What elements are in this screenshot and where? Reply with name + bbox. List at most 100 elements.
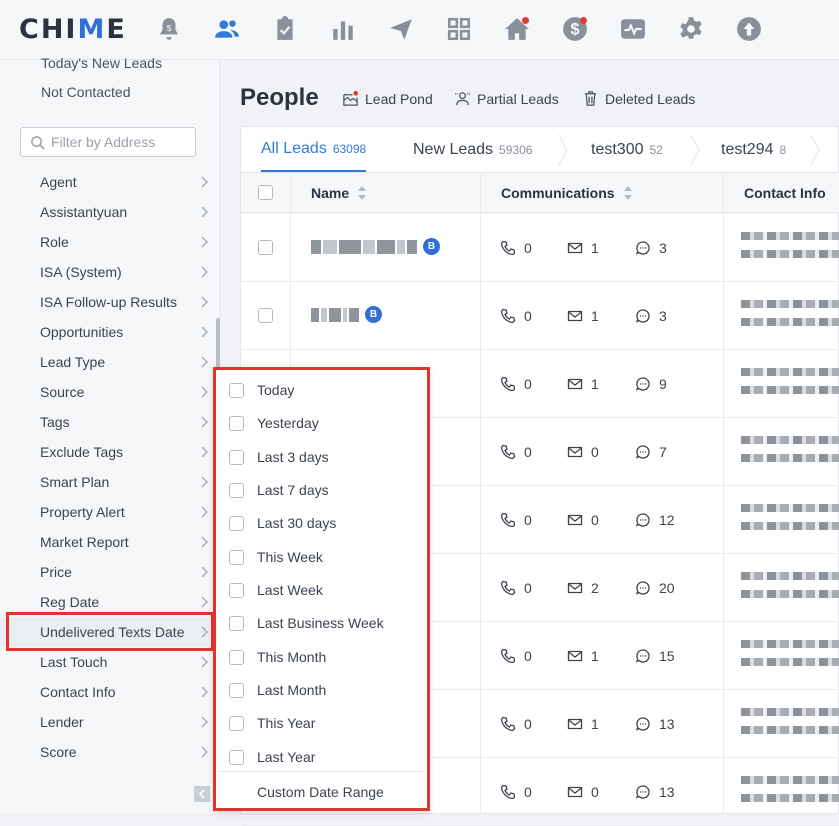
bell-icon[interactable]: $ (154, 14, 184, 44)
home-icon[interactable] (502, 14, 532, 44)
option-checkbox[interactable] (229, 416, 244, 431)
email-count[interactable]: 1 (567, 308, 599, 324)
table-row[interactable]: B 0 1 3 (241, 282, 839, 350)
deleted-leads-link[interactable]: Deleted Leads (582, 90, 695, 107)
text-count[interactable]: 3 (635, 240, 667, 256)
call-count[interactable]: 0 (500, 648, 532, 664)
sidebar-filter-price[interactable]: Price (0, 557, 212, 587)
sidebar-filter-market-report[interactable]: Market Report (0, 527, 212, 557)
text-count[interactable]: 13 (635, 784, 675, 800)
date-option-this-week[interactable]: This Week (216, 541, 427, 574)
option-checkbox[interactable] (229, 716, 244, 731)
sidebar-filter-lender[interactable]: Lender (0, 707, 212, 737)
option-checkbox[interactable] (229, 483, 244, 498)
email-count[interactable]: 1 (567, 716, 599, 732)
email-count[interactable]: 0 (567, 784, 599, 800)
email-count[interactable]: 1 (567, 240, 599, 256)
column-header-communications[interactable]: Communications (501, 173, 633, 213)
email-count[interactable]: 1 (567, 376, 599, 392)
option-checkbox[interactable] (229, 650, 244, 665)
sidebar-filter-opportunities[interactable]: Opportunities (0, 317, 212, 347)
call-count[interactable]: 0 (500, 784, 532, 800)
text-count[interactable]: 7 (635, 444, 667, 460)
date-option-this-year[interactable]: This Year (216, 707, 427, 740)
call-count[interactable]: 0 (500, 240, 532, 256)
sidebar-filter-smart-plan[interactable]: Smart Plan (0, 467, 212, 497)
row-checkbox[interactable] (258, 240, 273, 255)
column-header-contact-info[interactable]: Contact Info (744, 173, 826, 213)
option-checkbox[interactable] (229, 516, 244, 531)
call-count[interactable]: 0 (500, 308, 532, 324)
sidebar-filter-property-alert[interactable]: Property Alert (0, 497, 212, 527)
column-header-name[interactable]: Name (311, 173, 367, 213)
sidebar-filter-contact-info[interactable]: Contact Info (0, 677, 212, 707)
clipboard-icon[interactable] (270, 14, 300, 44)
lead-name-redacted[interactable] (311, 308, 361, 322)
sidebar-filter-isa-system[interactable]: ISA (System) (0, 257, 212, 287)
call-count[interactable]: 0 (500, 512, 532, 528)
tab-test294[interactable]: test294 8 (721, 127, 786, 173)
call-count[interactable]: 0 (500, 716, 532, 732)
email-count[interactable]: 1 (567, 648, 599, 664)
chime-logo[interactable]: CHIME (19, 14, 127, 45)
date-option-last-year[interactable]: Last Year (216, 741, 427, 774)
send-icon[interactable] (386, 14, 416, 44)
tab-all-leads[interactable]: All Leads 63098 (261, 127, 367, 173)
table-row[interactable]: B 0 1 3 (241, 214, 839, 282)
date-option-last-business-week[interactable]: Last Business Week (216, 607, 427, 640)
option-checkbox[interactable] (229, 383, 244, 398)
option-checkbox[interactable] (229, 683, 244, 698)
text-count[interactable]: 13 (635, 716, 675, 732)
option-checkbox[interactable] (229, 550, 244, 565)
tab-test300[interactable]: test300 52 (591, 127, 663, 173)
text-count[interactable]: 15 (635, 648, 675, 664)
text-count[interactable]: 9 (635, 376, 667, 392)
email-count[interactable]: 0 (567, 512, 599, 528)
lead-name-redacted[interactable] (311, 240, 419, 254)
date-option-last-3-days[interactable]: Last 3 days (216, 441, 427, 474)
sidebar-filter-exclude-tags[interactable]: Exclude Tags (0, 437, 212, 467)
option-checkbox[interactable] (229, 583, 244, 598)
sidebar-filter-lead-type[interactable]: Lead Type (0, 347, 212, 377)
sidebar-filter-role[interactable]: Role (0, 227, 212, 257)
date-option-this-month[interactable]: This Month (216, 641, 427, 674)
quick-filter-not-contacted[interactable]: Not Contacted (41, 84, 131, 100)
sidebar-filter-source[interactable]: Source (0, 377, 212, 407)
bar-chart-icon[interactable] (328, 14, 358, 44)
sidebar-filter-score[interactable]: Score (0, 737, 212, 767)
call-count[interactable]: 0 (500, 444, 532, 460)
call-count[interactable]: 0 (500, 376, 532, 392)
activity-icon[interactable] (618, 14, 648, 44)
email-count[interactable]: 0 (567, 444, 599, 460)
people-icon[interactable] (212, 14, 242, 44)
sidebar-filter-assistantyuan[interactable]: Assistantyuan (0, 197, 212, 227)
option-checkbox[interactable] (229, 450, 244, 465)
partial-leads-link[interactable]: Partial Leads (454, 90, 559, 107)
text-count[interactable]: 3 (635, 308, 667, 324)
date-option-last-month[interactable]: Last Month (216, 674, 427, 707)
sidebar-filter-agent[interactable]: Agent (0, 167, 212, 197)
collapse-sidebar-button[interactable] (194, 786, 210, 802)
option-checkbox[interactable] (229, 616, 244, 631)
filter-by-address[interactable] (20, 127, 196, 157)
lead-pond-link[interactable]: Lead Pond (342, 90, 433, 107)
custom-date-range-option[interactable]: Custom Date Range (257, 784, 384, 800)
email-count[interactable]: 2 (567, 580, 599, 596)
quick-filter-todays-new-leads[interactable]: Today's New Leads (41, 55, 162, 71)
row-checkbox[interactable] (258, 308, 273, 323)
date-option-today[interactable]: Today (216, 374, 427, 407)
date-option-yesterday[interactable]: Yesterday (216, 407, 427, 440)
dollar-icon[interactable]: $ (560, 14, 590, 44)
date-option-last-7-days[interactable]: Last 7 days (216, 474, 427, 507)
sidebar-filter-last-touch[interactable]: Last Touch (0, 647, 212, 677)
address-filter-input[interactable] (51, 132, 191, 152)
call-count[interactable]: 0 (500, 580, 532, 596)
select-all-checkbox[interactable] (258, 185, 273, 200)
option-checkbox[interactable] (229, 750, 244, 765)
date-option-last-week[interactable]: Last Week (216, 574, 427, 607)
dashboard-icon[interactable] (444, 14, 474, 44)
sidebar-filter-isa-follow-up-results[interactable]: ISA Follow-up Results (0, 287, 212, 317)
date-option-last-30-days[interactable]: Last 30 days (216, 507, 427, 540)
tab-new-leads[interactable]: New Leads 59306 (413, 127, 532, 173)
upload-icon[interactable] (734, 14, 764, 44)
